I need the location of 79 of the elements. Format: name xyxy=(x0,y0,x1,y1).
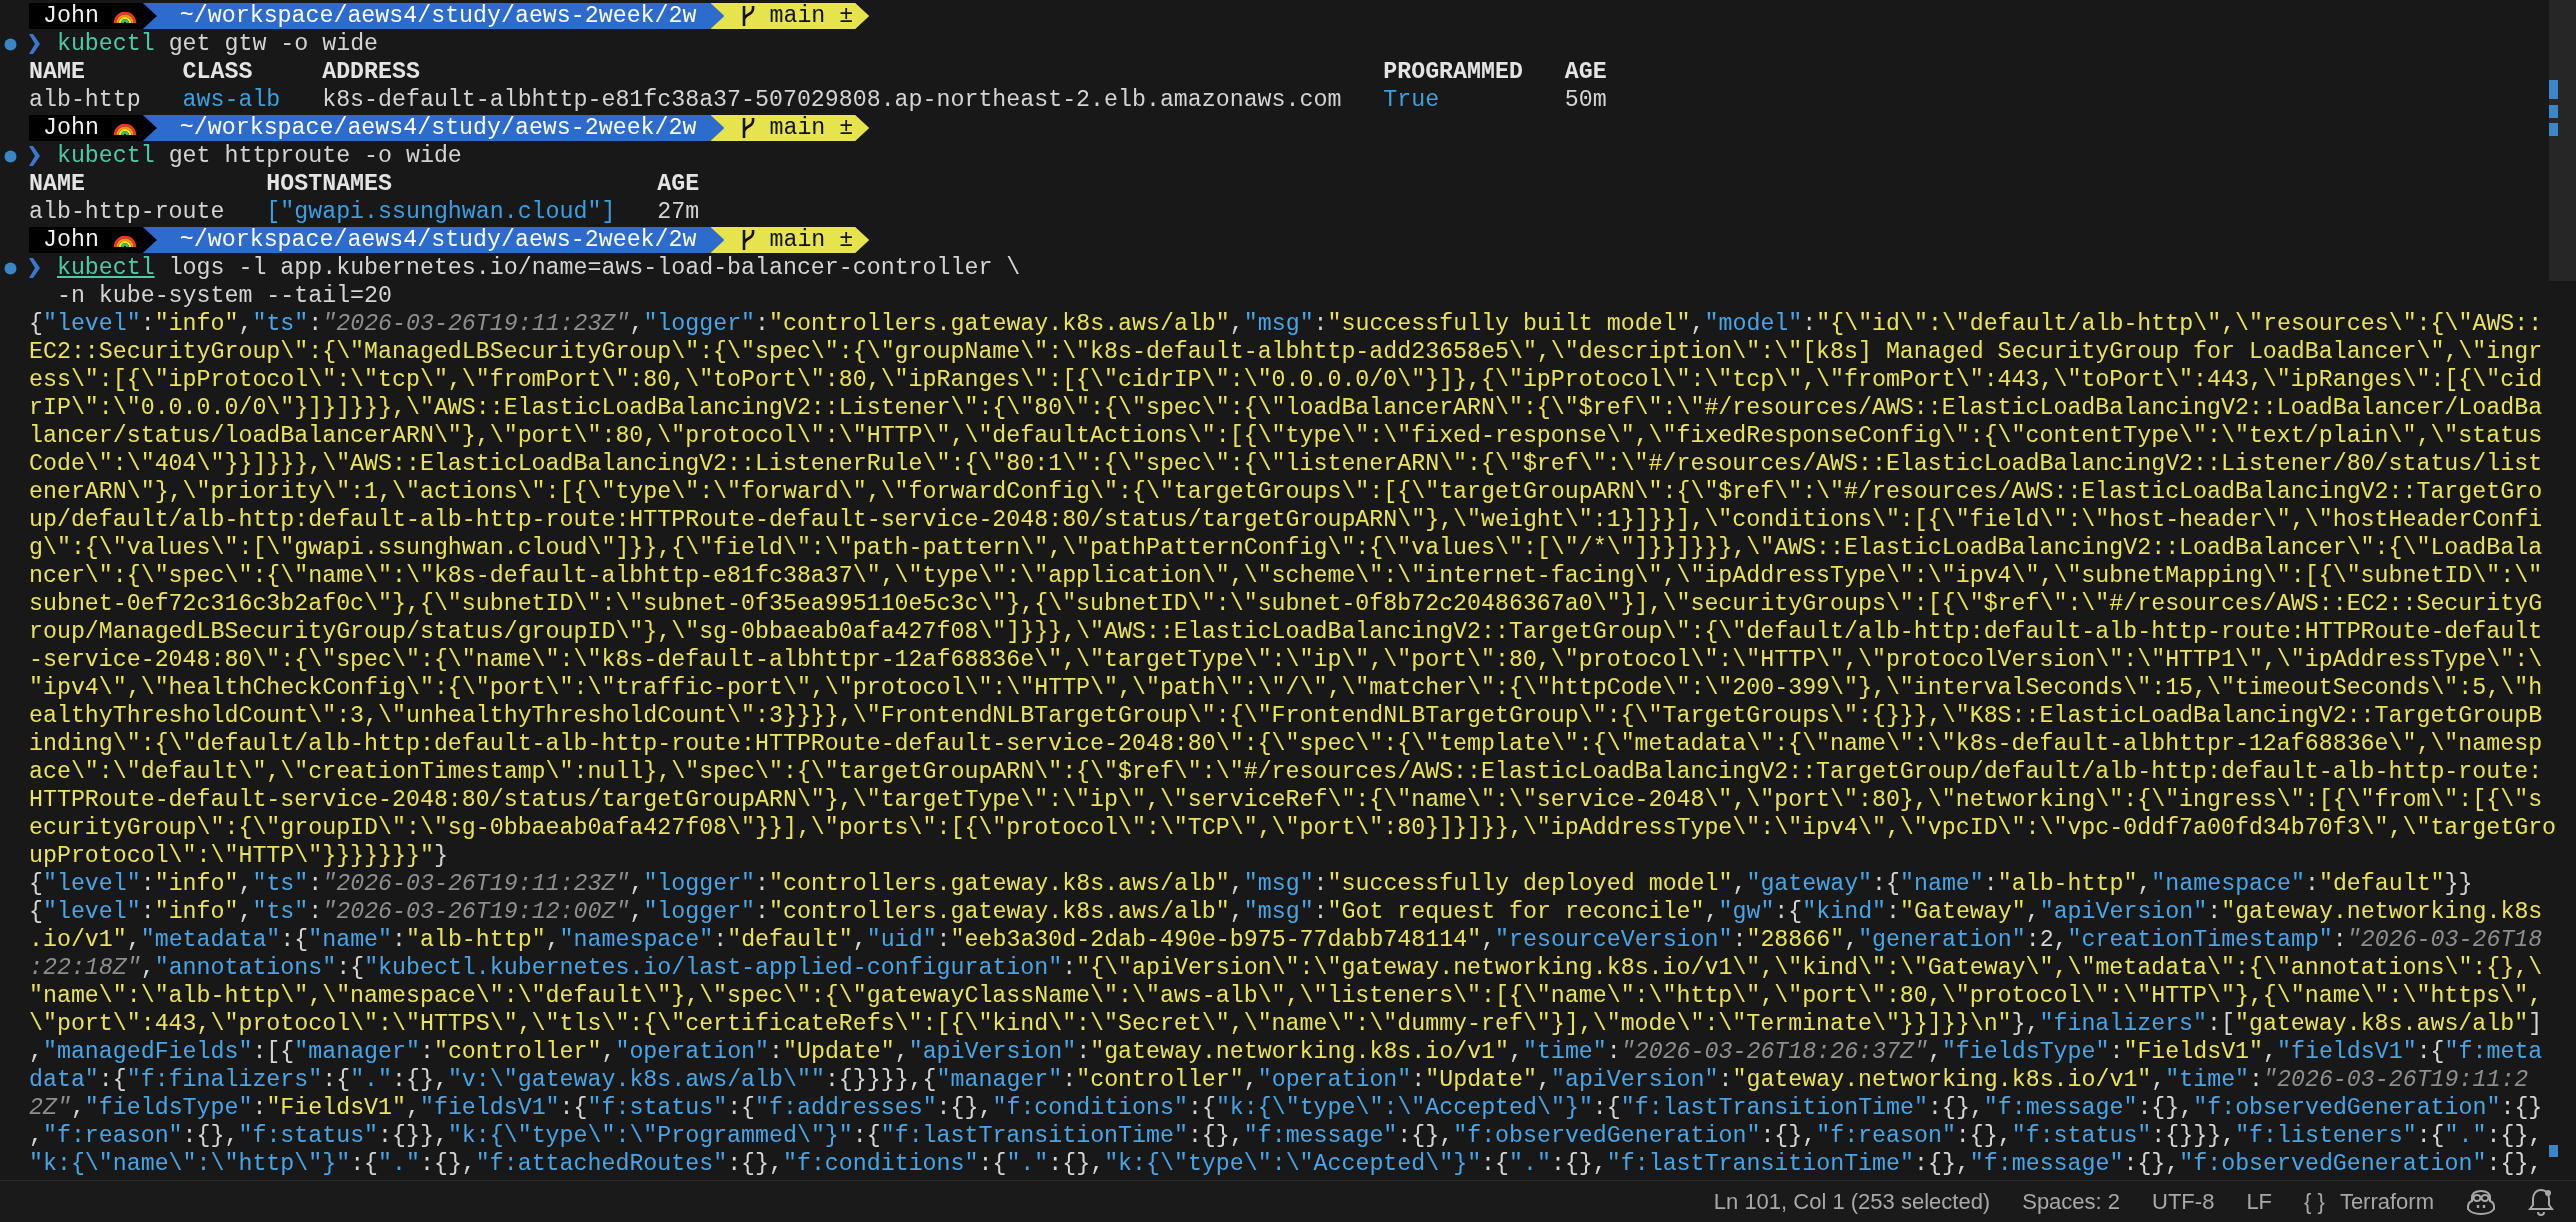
scrollbar-thumb[interactable] xyxy=(2549,0,2576,281)
log-line: ess\":[{\"ipProtocol\":\"tcp\",\"fromPort\":80,\"toPort\":80,\"ipRanges\":[{\"cidrIP\":\"0.0.0.0/0\"}]},{\"ipProtocol\":\"tcp\",\"fromPort\":443,\"toPort\":443,\"ipRanges\":[{\"cid xyxy=(29,366,2543,394)
status-item[interactable]: Ln 101, Col 1 (253 selected) xyxy=(1713,1188,1991,1215)
log-line: rIP\":\"0.0.0.0/0\"}]}]}}},\"AWS::ElasticLoadBalancingV2::Listener\":{\"80\":{\"spec\":{\"loadBalancerARN\":{\"$ref\":\"#/resources/AWS::ElasticLoadBalancingV2::LoadBalancer/LoadBa xyxy=(29,394,2543,422)
log-line: .io/v1","metadata":{"name":"alb-http","namespace":"default","uid":"eeb3a30d-2dab-490e-b975-77dabb748114","resourceVersion":"28866","generation":2,"creationTimestamp":"2026-03-26T18 xyxy=(29,926,2543,954)
column-header: NAME xyxy=(29,170,86,198)
command-text: kubectl get httproute -o wide xyxy=(56,142,462,170)
log-line: {"level":"info","ts":"2026-03-26T19:11:23Z","logger":"controllers.gateway.k8s.aws/alb","msg":"successfully built model","model":"{\"id\":\"default/alb-http\",\"resources\":{\"AWS:: xyxy=(29,310,2543,338)
branch-name: main ± xyxy=(769,115,854,141)
robot-face-icon[interactable] xyxy=(2466,1188,2496,1215)
path-segment: ~/workspace/aews4/study/aews-2week/2w xyxy=(142,3,725,29)
log-line: enerARN\"},\"priority\":1,\"actions\":[{\"type\":\"forward\",\"forwardConfig\":{\"targetGroups\":[{\"targetGroupARN\":{\"$ref\":\"#/resources/AWS::ElasticLoadBalancingV2::TargetGro xyxy=(29,478,2543,506)
user-name: John xyxy=(43,227,99,253)
scrollbar-marker xyxy=(2549,1145,2558,1157)
log-line: ,"f:reason":{},"f:status":{}},"k:{\"type\":\"Programmed\"}":{"f:lastTransitionTime":{},"f:message":{},"f:observedGeneration":{},"f:reason":{},"f:status":{}}},"f:listeners":{".":{}, xyxy=(29,1122,2543,1150)
log-line: up/default/alb-http:default-alb-http-route:HTTPRoute-default-service-2048:80/status/targetGroupARN\"},\"weight\":1}]}}],\"conditions\":[{\"field\":\"host-header\",\"hostHeaderConfi xyxy=(29,506,2543,534)
log-line: subnet-0ef72c316c3b2af0c\"},{\"subnetID\":\"subnet-0f35ea995110e5c3c\"},{\"subnetID\":\"subnet-0f8b72c20486367a0\"}],\"securityGroups\":[{\"$ref\":\"#/resources/AWS::EC2::SecurityG xyxy=(29,590,2543,618)
log-line: ealthyThresholdCount\":3,\"unhealthyThresholdCount\":3}}}},\"FrontendNLBTargetGroup\":{\"FrontendNLBTargetGroup\":{\"TargetGroups\":{}}},\"K8S::ElasticLoadBalancingV2::TargetGroupB xyxy=(29,702,2543,730)
table-cell-text: True xyxy=(1383,86,1441,114)
log-line: "ipv4\",\"healthCheckConfig\":{\"port\":\"traffic-port\",\"protocol\":\"HTTP\",\"path\":\"/\",\"matcher\":{\"httpCode\":\"200-399\"},\"intervalSeconds\":15,\"timeoutSeconds\":5,\"h xyxy=(29,674,2543,702)
command-text: kubectl get gtw -o wide xyxy=(56,30,379,58)
table-cell: 27m xyxy=(657,198,700,226)
log-line: "name\":\"alb-http\",\"namespace\":\"default\"},\"spec\":{\"gatewayClassName\":\"aws-alb\",\"listeners\":[{\"name\":\"http\",\"port\":80,\"protocol\":\"HTTP\"},{\"name\":\"https\", xyxy=(29,982,2543,1010)
log-line: roup/ManagedLBSecurityGroup/status/groupID\"},\"sg-0bbaeab0afa427f08\"]}}},\"AWS::ElasticLoadBalancingV2::TargetGroup\":{\"default/alb-http:default-alb-http-route:HTTPRoute-default xyxy=(29,618,2543,646)
command-text: -n kube-system --tail=20 xyxy=(55,282,392,310)
command-text: kubectl logs -l app.kubernetes.io/name=aws-load-balancer-controller \ xyxy=(56,254,1021,282)
prompt-arrow-icon xyxy=(29,34,40,54)
log-line: "k:{\"name\":\"http\"}":{".":{},"f:attachedRoutes":{},"f:conditions":{".":{},"k:{\"type\":\"Accepted\"}":{".":{},"f:lastTransitionTime":{},"f:message":{},"f:observedGeneration":{}, xyxy=(29,1150,2543,1178)
braces-icon[interactable]: { } xyxy=(2304,1188,2325,1215)
prompt-dot-icon xyxy=(4,37,17,51)
log-line: inding\":{\"default/alb-http:default-alb-http-route:HTTPRoute-default-service-2048:80\":{\"spec\":{\"template\":{\"metadata\":{\"name\":\"k8s-default-albhttpr-12af68836e\",\"namesp xyxy=(29,730,2543,758)
language-mode[interactable]: Terraform xyxy=(2339,1188,2434,1215)
prompt-dot-icon xyxy=(4,149,17,163)
prompt-arrow-icon xyxy=(29,258,40,278)
table-cell: 50m xyxy=(1564,86,1607,114)
column-header: CLASS xyxy=(182,58,254,86)
table-cell-text: aws-alb xyxy=(182,86,282,114)
table-cell-text: alb-http-route xyxy=(29,198,226,226)
log-line: {"level":"info","ts":"2026-03-26T19:11:23Z","logger":"controllers.gateway.k8s.aws/alb","msg":"successfully deployed model","gateway":{"name":"alb-http","namespace":"default"}} xyxy=(29,870,2473,898)
log-line: ecurityGroup\":{\"groupID\":\"sg-0bbaeab0afa427f08\"}}],\"ports\":[{\"protocol\":\"TCP\",\"port\":80}]}]}},\"ipAddressType\":\"ipv4\",\"vpcID\":\"vpc-0ddf7a00fd34b70f3\",\"targetGro xyxy=(29,814,2557,842)
user-name: John xyxy=(43,115,99,141)
log-line: ace\":\"default\",\"creationTimestamp\":null},\"spec\":{\"targetGroupARN\":{\"$ref\":\"#/resources/AWS::ElasticLoadBalancingV2::TargetGroup/default/alb-http:default-alb-http-route: xyxy=(29,758,2543,786)
log-line: EC2::SecurityGroup\":{\"ManagedLBSecurityGroup\":{\"spec\":{\"groupName\":\"k8s-default-albhttp-add23658e5\",\"description\":\"[k8s] Managed SecurityGroup for LoadBalancer\",\"ingr xyxy=(29,338,2543,366)
log-line: g\":{\"values\":[\"gwapi.ssunghwan.cloud\"]}},{\"field\":\"path-pattern\",\"pathPatternConfig\":{\"values\":[\"/*\"]}}]}}},\"AWS::ElasticLoadBalancingV2::LoadBalancer\":{\"LoadBala xyxy=(29,534,2543,562)
prompt-arrow-icon xyxy=(29,146,40,166)
path-segment: ~/workspace/aews4/study/aews-2week/2w xyxy=(142,227,725,253)
log-line: Code\":\"404\"}}]}}},\"AWS::ElasticLoadBalancingV2::ListenerRule\":{\"80:1\":{\"spec\":{\"listenerARN\":{\"$ref\":\"#/resources/AWS::ElasticLoadBalancingV2::Listener/80/status/list xyxy=(29,450,2543,478)
branch-name: main ± xyxy=(769,3,854,29)
log-line: upProtocol\":\"HTTP\"}}}}}}}"} xyxy=(29,842,448,870)
log-line: HTTPRoute-default-service-2048:80/status/targetGroupARN\"},\"targetType\":\"ip\",\"serviceRef\":{\"name\":\"service-2048\",\"port\":80},\"networking\":{\"ingress\":[{\"from\":[{\"s xyxy=(29,786,2543,814)
log-line: :22:18Z","annotations":{"kubectl.kubernetes.io/last-applied-configuration":"{\"apiVersion\":\"gateway.networking.k8s.io/v1\",\"kind\":\"Gateway\",\"metadata\":{\"annotations\":{},\ xyxy=(29,954,2543,982)
column-header: PROGRAMMED xyxy=(1383,58,1524,86)
log-line: ncer\":{\"spec\":{\"name\":\"k8s-default-albhttp-e81fc38a37\",\"type\":\"application\",\"scheme\":\"internet-facing\",\"ipAddressType\":\"ipv4\",\"subnetMapping\":[{\"subnetID\":\" xyxy=(29,562,2543,590)
log-line: lancer/status/loadBalancerARN\"},\"port\":80,\"protocol\":\"HTTP\",\"defaultActions\":[{\"type\":\"fixed-response\",\"fixedResponseConfig\":{\"contentType\":\"text/plain\",\"status xyxy=(29,422,2543,450)
scrollbar-marker xyxy=(2549,123,2558,136)
column-header: ADDRESS xyxy=(322,58,421,86)
log-line: \"port\":443,\"protocol\":\"HTTPS\",\"tls\":{\"certificateRefs\":[{\"kind\":\"Secret\",\"name\":\"dummy-ref\"}],\"mode\":\"Terminate\"}}]}}\n"},"finalizers":["gateway.k8s.aws/alb"] xyxy=(29,1010,2543,1038)
path-segment: ~/workspace/aews4/study/aews-2week/2w xyxy=(142,115,725,141)
log-line: ,"managedFields":[{"manager":"controller","operation":"Update","apiVersion":"gateway.networking.k8s.io/v1","time":"2026-03-26T18:26:37Z","fieldsType":"FieldsV1","fieldsV1":{"f:meta xyxy=(29,1038,2543,1066)
status-item[interactable]: Spaces: 2 xyxy=(2022,1188,2121,1215)
log-line: data":{"f:finalizers":{".":{},"v:\"gateway.k8s.aws/alb\"":{}}}},{"manager":"controller","operation":"Update","apiVersion":"gateway.networking.k8s.io/v1","time":"2026-03-26T19:11:2 xyxy=(29,1066,2529,1094)
table-cell-text: k8s-default-albhttp-e81fc38a37-507029808.ap-northeast-2.elb.amazonaws.com xyxy=(322,86,1343,114)
column-header: AGE xyxy=(657,170,700,198)
column-header: NAME xyxy=(29,58,86,86)
status-item[interactable]: UTF-8 xyxy=(2152,1188,2215,1215)
user-name: John xyxy=(43,3,99,29)
table-cell-text: alb-http xyxy=(29,86,142,114)
column-header: AGE xyxy=(1564,58,1607,86)
column-header: HOSTNAMES xyxy=(266,170,393,198)
table-cell-text: ["gwapi.ssunghwan.cloud"] xyxy=(266,198,617,226)
status-item[interactable]: LF xyxy=(2246,1188,2273,1215)
scrollbar-marker xyxy=(2549,80,2558,99)
prompt-dot-icon xyxy=(4,261,17,275)
bell-icon[interactable] xyxy=(2528,1187,2554,1216)
branch-name: main ± xyxy=(769,227,854,253)
scrollbar-marker xyxy=(2549,105,2558,118)
log-line: {"level":"info","ts":"2026-03-26T19:12:00Z","logger":"controllers.gateway.k8s.aws/alb","msg":"Got request for reconcile","gw":{"kind":"Gateway","apiVersion":"gateway.networking.k8s xyxy=(29,898,2543,926)
log-line: 2Z","fieldsType":"FieldsV1","fieldsV1":{"f:status":{"f:addresses":{},"f:conditions":{"k:{\"type\":\"Accepted\"}":{"f:lastTransitionTime":{},"f:message":{},"f:observedGeneration":{} xyxy=(29,1094,2543,1122)
log-line: -service-2048:80\":{\"spec\":{\"name\":\"k8s-default-albhttpr-12af68836e\",\"targetType\":\"ip\",\"port\":80,\"protocol\":\"HTTP\",\"protocolVersion\":\"HTTP1\",\"ipAddressType\":\ xyxy=(29,646,2543,674)
